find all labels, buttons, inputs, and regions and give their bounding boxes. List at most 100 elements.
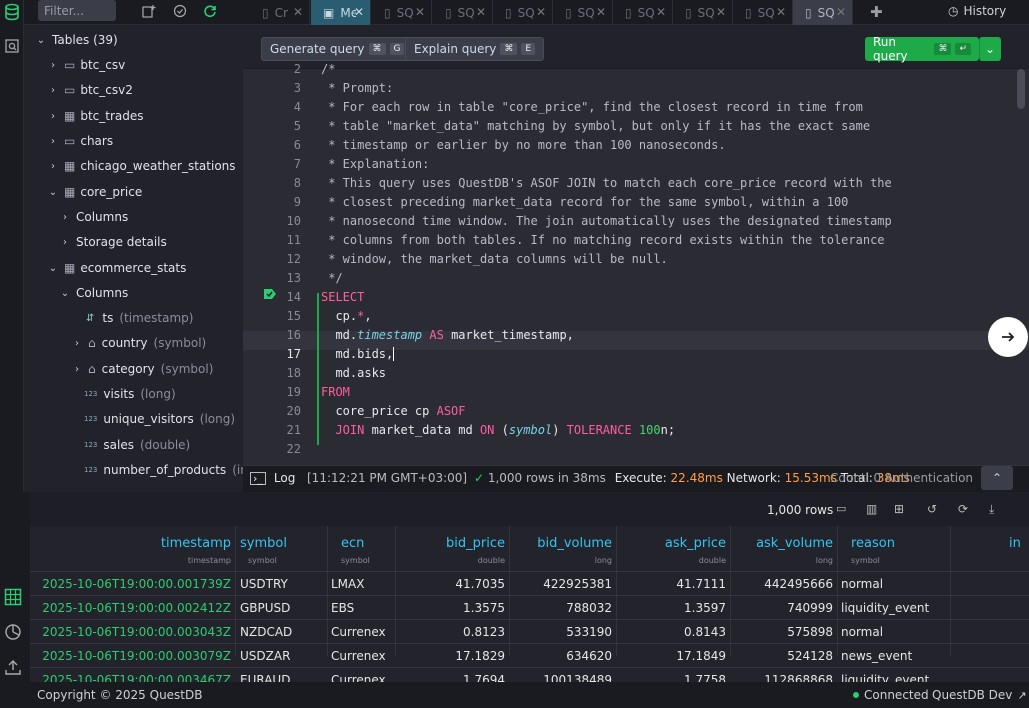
tab-5[interactable]: ▯ SQ ✕ bbox=[493, 0, 553, 25]
code-comment: * Prompt: bbox=[321, 81, 394, 95]
editor-scrollbar[interactable] bbox=[1017, 69, 1025, 109]
table-icon: ▭ bbox=[64, 134, 76, 148]
history-button[interactable]: ◷ History bbox=[948, 4, 1006, 18]
close-icon[interactable]: ✕ bbox=[293, 5, 303, 19]
clock-icon: ◷ bbox=[948, 4, 959, 18]
table-icon: ▦ bbox=[64, 185, 76, 199]
code-line: core_price cp ASOF bbox=[321, 404, 466, 418]
generate-query-button[interactable]: Generate query ⌘ G bbox=[261, 37, 414, 61]
import-icon[interactable] bbox=[4, 658, 22, 676]
chevron-right-icon: › bbox=[75, 337, 79, 349]
close-icon[interactable]: ✕ bbox=[476, 5, 486, 19]
column-item[interactable]: 123 visits (long) bbox=[84, 383, 176, 405]
tab-8[interactable]: ▯ SQ ✕ bbox=[673, 0, 733, 25]
column-item[interactable]: ⇵ ts (timestamp) bbox=[86, 307, 193, 329]
tab-3[interactable]: ▯ SQ ✕ bbox=[372, 0, 432, 25]
close-icon[interactable]: ✕ bbox=[415, 5, 425, 19]
close-icon[interactable]: ✕ bbox=[776, 5, 786, 19]
table-item[interactable]: ⌄ ▦ core_price bbox=[48, 181, 142, 203]
table-row[interactable]: 2025-10-06T19:00:00.003079Z USDZAR Curre… bbox=[30, 643, 1029, 667]
table-icon: ▦ bbox=[64, 109, 76, 123]
column-item[interactable]: › ⌂ category (symbol) bbox=[72, 358, 213, 380]
tables-header[interactable]: ⌄ Tables (39) bbox=[36, 29, 118, 51]
refresh-icon[interactable] bbox=[202, 3, 218, 19]
table-item[interactable]: › ▭ btc_csv bbox=[48, 54, 125, 76]
columns-icon[interactable]: ▥ bbox=[866, 502, 877, 516]
expand-log-button[interactable]: ⌃ bbox=[981, 466, 1013, 490]
add-table-icon[interactable] bbox=[141, 3, 157, 19]
code-comment: * Explanation: bbox=[321, 157, 430, 171]
database-icon[interactable] bbox=[2, 2, 22, 22]
close-icon[interactable]: ✕ bbox=[536, 5, 546, 19]
column-item[interactable]: 123 sales (double) bbox=[84, 434, 190, 456]
grid-view-icon[interactable] bbox=[4, 588, 22, 606]
column-item[interactable]: 123 unique_visitors (long) bbox=[84, 408, 235, 430]
file-icon: ▯ bbox=[505, 5, 512, 20]
search-table-icon[interactable] bbox=[2, 36, 22, 56]
filter-input[interactable] bbox=[38, 0, 116, 21]
tab-7[interactable]: ▯ SQ ✕ bbox=[613, 0, 673, 25]
layout-icon[interactable]: ⊞ bbox=[894, 502, 904, 516]
check-icon: ✓ bbox=[473, 471, 484, 485]
tag-icon: ⌂ bbox=[88, 362, 96, 376]
code-comment: * table "market_data" matching by symbol… bbox=[321, 119, 871, 133]
table-item[interactable]: › ▦ btc_trades bbox=[48, 105, 144, 127]
run-options-dropdown[interactable]: ⌄ bbox=[979, 37, 1001, 61]
tab-6[interactable]: ▯ SQ ✕ bbox=[553, 0, 613, 25]
table-row[interactable]: 2025-10-06T19:00:00.002412Z GBPUSD EBS 1… bbox=[30, 595, 1029, 619]
new-tab-icon[interactable]: ✚ bbox=[870, 3, 883, 21]
table-row[interactable]: 2025-10-06T19:00:00.003043Z NZDCAD Curre… bbox=[30, 619, 1029, 643]
tab-10[interactable]: ▯ SQ ✕ bbox=[793, 0, 853, 25]
copyright: Copyright © 2025 QuestDB bbox=[37, 688, 203, 702]
code-comment: * This query uses QuestDB's ASOF JOIN to… bbox=[321, 176, 892, 190]
arrow-right-icon bbox=[1002, 332, 1015, 342]
table-item[interactable]: ⌄ ▦ ecommerce_stats bbox=[48, 257, 187, 279]
chevron-right-icon: › bbox=[51, 110, 55, 122]
numeric-icon: 123 bbox=[84, 441, 98, 449]
explain-query-button[interactable]: Explain query ⌘ E bbox=[405, 37, 545, 61]
instance-link[interactable]: QuestDB Dev ↗ bbox=[932, 688, 1027, 702]
close-icon[interactable]: ✕ bbox=[716, 5, 726, 19]
chevron-up-icon: ⌃ bbox=[991, 471, 1003, 485]
table-row[interactable]: 2025-10-06T19:00:00.001739Z USDTRY LMAX … bbox=[30, 571, 1029, 595]
download-icon[interactable]: ⤓ bbox=[989, 502, 994, 517]
log-toggle[interactable]: ›_ Log bbox=[250, 471, 295, 485]
markdown-export-icon[interactable]: ▭ bbox=[836, 502, 846, 515]
code-line: JOIN market_data md ON (symbol) TOLERANC… bbox=[335, 423, 676, 437]
markdown-icon: ▣ bbox=[323, 5, 335, 20]
chevron-down-icon: ⌄ bbox=[48, 186, 58, 198]
close-icon[interactable]: ✕ bbox=[354, 5, 364, 19]
close-icon[interactable]: ✕ bbox=[596, 5, 606, 19]
text-cursor bbox=[393, 347, 395, 361]
table-item[interactable]: › ▭ btc_csv2 bbox=[48, 79, 133, 101]
chevron-right-icon: › bbox=[63, 211, 67, 223]
column-item[interactable]: › ⌂ country (symbol) bbox=[72, 332, 206, 354]
tab-1[interactable]: ▯ Cr ✕ bbox=[250, 0, 310, 25]
chevron-right-icon: › bbox=[51, 84, 55, 96]
run-query-button[interactable]: Run query ⌘ ↵ bbox=[865, 35, 979, 63]
code-comment: */ bbox=[321, 271, 343, 285]
refresh-icon[interactable]: ⟳ bbox=[958, 502, 968, 516]
chart-view-icon[interactable] bbox=[4, 623, 22, 641]
check-circle-icon[interactable] bbox=[172, 3, 188, 19]
history-icon[interactable]: ↺ bbox=[927, 502, 937, 516]
table-item[interactable]: › ▭ chars bbox=[48, 130, 113, 152]
numeric-icon: 123 bbox=[84, 415, 98, 423]
table-item[interactable]: › ▦ chicago_weather_stations bbox=[48, 155, 236, 177]
column-item[interactable]: 123number_of_products(int) bbox=[84, 459, 243, 481]
chevron-down-icon: ⌄ bbox=[48, 262, 58, 274]
columns-node[interactable]: › Columns bbox=[60, 206, 128, 228]
table-row[interactable]: 2025-10-06T19:00:00.003467Z EURAUD Curre… bbox=[30, 667, 1029, 682]
columns-node[interactable]: ⌄ Columns bbox=[60, 282, 128, 304]
next-arrow-button[interactable] bbox=[988, 317, 1028, 357]
tab-4[interactable]: ▯ SQ ✕ bbox=[433, 0, 493, 25]
close-icon[interactable]: ✕ bbox=[836, 5, 846, 19]
chevron-right-icon: › bbox=[51, 59, 55, 71]
close-icon[interactable]: ✕ bbox=[656, 5, 666, 19]
code-line: md.asks bbox=[321, 366, 387, 380]
storage-details-node[interactable]: › Storage details bbox=[60, 231, 167, 253]
terminal-icon: ›_ bbox=[250, 471, 266, 485]
tab-9[interactable]: ▯ SQ ✕ bbox=[733, 0, 793, 25]
tab-2[interactable]: ▣ Me ✕ bbox=[311, 0, 371, 25]
code-area[interactable]: 2 3 4 5 6 7 8 9 10 11 12 13 14 15 16 17 … bbox=[243, 62, 1029, 465]
